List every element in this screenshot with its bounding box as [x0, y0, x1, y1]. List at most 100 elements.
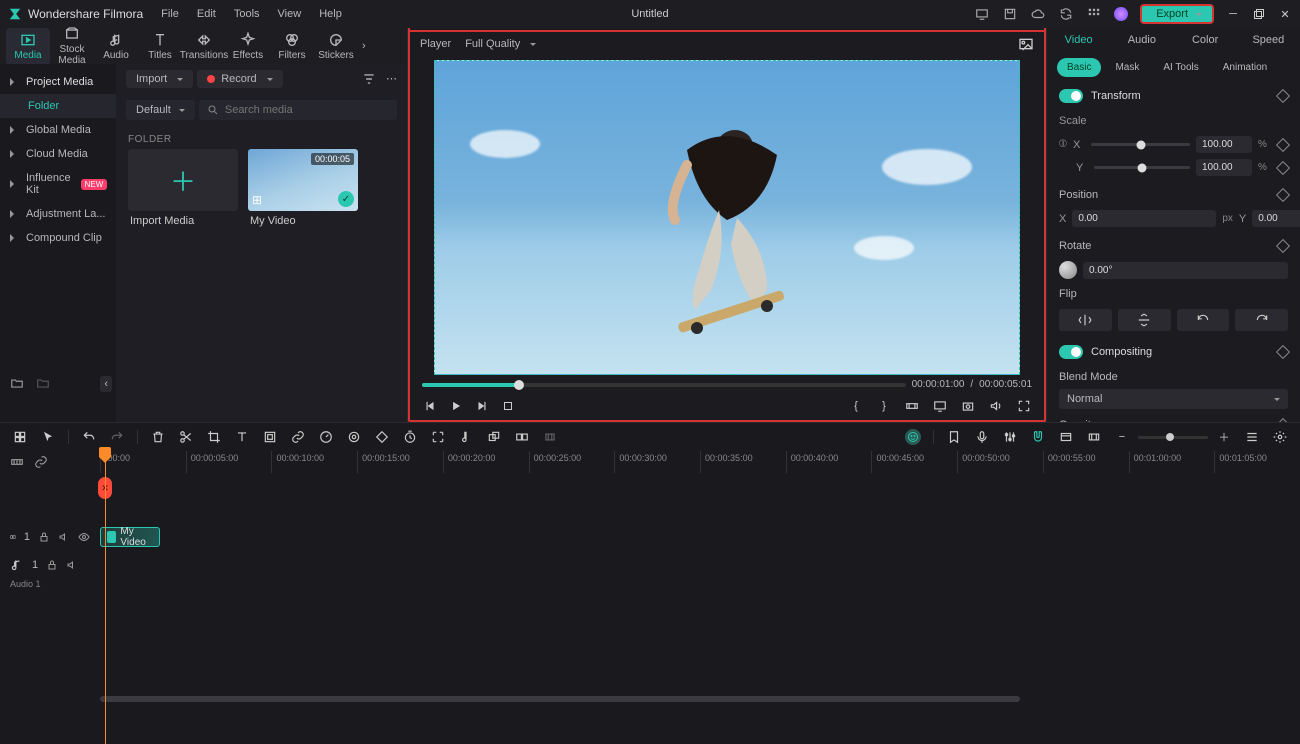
- camera-icon[interactable]: [960, 398, 976, 414]
- timeline-scroll-icon[interactable]: [10, 455, 24, 469]
- menu-view[interactable]: View: [278, 8, 302, 20]
- sidebar-cloud-media[interactable]: Cloud Media: [0, 142, 116, 166]
- preview-tab-player[interactable]: Player: [420, 38, 451, 50]
- tab-stock-media[interactable]: Stock Media: [50, 22, 94, 70]
- subtab-animation[interactable]: Animation: [1213, 58, 1277, 77]
- keyframe-icon[interactable]: [1276, 160, 1290, 174]
- audio-tool-icon[interactable]: [458, 429, 474, 445]
- media-tile-my-video[interactable]: 00:00:05 ⊞ ✓ My Video: [248, 149, 358, 231]
- scale-y-slider[interactable]: [1094, 166, 1190, 169]
- duration-icon[interactable]: [402, 429, 418, 445]
- zoom-slider[interactable]: [1138, 436, 1208, 439]
- speed-icon[interactable]: [318, 429, 334, 445]
- track-lock-icon[interactable]: [46, 559, 58, 571]
- play-button[interactable]: [448, 398, 464, 414]
- menu-file[interactable]: File: [161, 8, 179, 20]
- zoom-out-icon[interactable]: −: [1114, 429, 1130, 445]
- link-toggle-icon[interactable]: [34, 455, 48, 469]
- scale-x-input[interactable]: [1196, 136, 1252, 153]
- sidebar-adjustment-layer[interactable]: Adjustment La...: [0, 202, 116, 226]
- crop-icon[interactable]: [206, 429, 222, 445]
- screen-icon[interactable]: [974, 6, 990, 22]
- timeline-clip-my-video[interactable]: My Video: [100, 527, 160, 547]
- tab-transitions[interactable]: Transitions: [182, 28, 226, 65]
- thumbnails-icon[interactable]: [1086, 429, 1102, 445]
- subtab-basic[interactable]: Basic: [1057, 58, 1101, 77]
- menu-tools[interactable]: Tools: [234, 8, 260, 20]
- blend-mode-select[interactable]: Normal: [1059, 389, 1288, 409]
- menu-edit[interactable]: Edit: [197, 8, 216, 20]
- text-icon[interactable]: [234, 429, 250, 445]
- keyframe-icon[interactable]: [1276, 345, 1290, 359]
- playhead[interactable]: [105, 451, 106, 744]
- menu-help[interactable]: Help: [319, 8, 342, 20]
- flip-vertical-button[interactable]: [1118, 309, 1171, 331]
- stop-button[interactable]: [500, 398, 516, 414]
- tab-color[interactable]: Color: [1174, 28, 1237, 52]
- track-lock-icon[interactable]: [38, 531, 50, 543]
- render-icon[interactable]: [1058, 429, 1074, 445]
- refresh-icon[interactable]: [1058, 6, 1074, 22]
- cloud-icon[interactable]: [1030, 6, 1046, 22]
- user-avatar[interactable]: [1114, 7, 1128, 21]
- list-view-icon[interactable]: [1244, 429, 1260, 445]
- compositing-section-header[interactable]: Compositing: [1047, 339, 1300, 365]
- rotate-ccw-button[interactable]: [1177, 309, 1230, 331]
- nest-icon[interactable]: [542, 429, 558, 445]
- tab-filters[interactable]: Filters: [270, 28, 314, 65]
- minimize-button[interactable]: ─: [1226, 7, 1240, 21]
- position-y-input[interactable]: [1252, 210, 1300, 227]
- transform-toggle[interactable]: [1059, 89, 1083, 103]
- keyframe-icon[interactable]: [1276, 188, 1290, 202]
- video-track-lane[interactable]: My Video: [100, 523, 1300, 551]
- save-icon[interactable]: [1002, 6, 1018, 22]
- redo-icon[interactable]: [109, 429, 125, 445]
- subtab-mask[interactable]: Mask: [1105, 58, 1149, 77]
- rotate-knob[interactable]: [1059, 261, 1077, 279]
- transform-section-header[interactable]: Transform: [1047, 83, 1300, 109]
- next-frame-button[interactable]: [474, 398, 490, 414]
- search-input[interactable]: [225, 104, 389, 116]
- clip-settings-icon[interactable]: [904, 398, 920, 414]
- import-media-tile[interactable]: ＋ Import Media: [128, 149, 238, 231]
- ai-face-icon[interactable]: [905, 429, 921, 445]
- preview-scrubber[interactable]: [422, 383, 906, 387]
- marker-icon[interactable]: [946, 429, 962, 445]
- preview-quality-select[interactable]: Full Quality: [465, 38, 536, 50]
- position-x-input[interactable]: [1072, 210, 1216, 227]
- track-mute-icon[interactable]: [58, 531, 70, 543]
- fullscreen-icon[interactable]: [1016, 398, 1032, 414]
- split-icon[interactable]: [178, 429, 194, 445]
- volume-icon[interactable]: [988, 398, 1004, 414]
- preview-canvas[interactable]: [434, 60, 1020, 375]
- scale-x-slider[interactable]: [1091, 143, 1190, 146]
- mark-out-button[interactable]: }: [876, 398, 892, 414]
- detect-icon[interactable]: [430, 429, 446, 445]
- track-visible-icon[interactable]: [78, 531, 90, 543]
- rotate-input[interactable]: [1083, 262, 1288, 279]
- mic-icon[interactable]: [974, 429, 990, 445]
- filter-icon[interactable]: [362, 72, 376, 86]
- sidebar-global-media[interactable]: Global Media: [0, 118, 116, 142]
- link-icon[interactable]: [290, 429, 306, 445]
- group-icon[interactable]: [486, 429, 502, 445]
- tab-titles[interactable]: Titles: [138, 28, 182, 65]
- rotate-cw-button[interactable]: [1235, 309, 1288, 331]
- display-output-icon[interactable]: [932, 398, 948, 414]
- tab-stickers[interactable]: Stickers: [314, 28, 358, 65]
- tab-speed[interactable]: Speed: [1237, 28, 1300, 52]
- zoom-in-icon[interactable]: ＋: [1216, 429, 1232, 445]
- apps-icon[interactable]: [1086, 6, 1102, 22]
- mixer-icon[interactable]: [1002, 429, 1018, 445]
- delete-icon[interactable]: [150, 429, 166, 445]
- import-button[interactable]: Import: [126, 70, 193, 88]
- add-to-timeline-icon[interactable]: ⊞: [252, 193, 262, 207]
- timeline-settings-icon[interactable]: [1272, 429, 1288, 445]
- keyframe-icon[interactable]: [1276, 239, 1290, 253]
- timeline-scrollbar[interactable]: [0, 694, 1300, 704]
- record-button[interactable]: Record: [197, 70, 282, 88]
- lock-link-icon[interactable]: ⦶: [1059, 138, 1067, 151]
- track-mute-icon[interactable]: [66, 559, 78, 571]
- sidebar-compound-clip[interactable]: Compound Clip: [0, 226, 116, 250]
- pointer-tool-icon[interactable]: [40, 429, 56, 445]
